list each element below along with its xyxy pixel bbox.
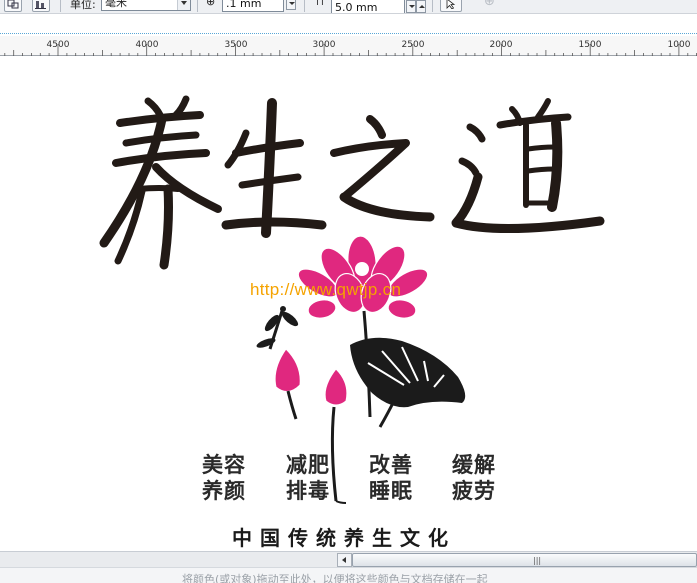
footer-slogan: 中国传统养生文化: [232, 526, 456, 550]
ruler-label: 3500: [224, 40, 248, 50]
units-value: 毫米: [105, 0, 127, 9]
document-palette-bar[interactable]: 将颜色(或对象)拖动至此处，以便将这些颜色与文档存储在一起: [0, 567, 697, 583]
lotus-bud-left: [274, 348, 301, 420]
docker-gap: [0, 15, 697, 35]
drawing-canvas[interactable]: http://www.qwtjp.cn 美容 减肥 改善 缓解 养颜 排毒 睡眠…: [0, 57, 697, 551]
ruler-label: 1000: [667, 40, 691, 50]
lotus-leaf: [350, 337, 466, 428]
ruler-label: 2000: [489, 40, 513, 50]
ruler-label: 4500: [46, 40, 70, 50]
property-bar: 单位: 毫米 ⊕ .1 mm ⊓ 5.0 mm ⊕: [0, 0, 697, 14]
ruler-label: 3000: [312, 40, 336, 50]
horizontal-scrollbar[interactable]: |||: [0, 551, 697, 567]
horizontal-ruler[interactable]: 4500 4000 3500 3000 2500 2000 1500 1000: [0, 36, 697, 56]
palette-hint: 将颜色(或对象)拖动至此处，以便将这些颜色与文档存储在一起: [182, 573, 488, 583]
ruler-label: 2500: [401, 40, 425, 50]
cursor-icon: [446, 0, 456, 9]
dragonfly: [256, 306, 299, 350]
calligraphy-char: [451, 98, 605, 234]
calligraphy-char: [330, 115, 435, 222]
nudge-icon: ⊕: [206, 0, 216, 8]
phrase-text: 排毒: [286, 479, 330, 503]
ruler-label: 4000: [135, 40, 159, 50]
nudge-spin-down[interactable]: [286, 0, 296, 10]
ruler-label: 1500: [578, 40, 602, 50]
toolbar-divider: [304, 0, 305, 12]
phrase-text: 睡眠: [369, 479, 413, 503]
phrase-text: 养颜: [202, 479, 246, 503]
nudge-distance-value: .1 mm: [226, 0, 262, 10]
copy-properties-button[interactable]: [4, 0, 22, 12]
calligraphy-char: [99, 95, 222, 270]
watermark-url: http://www.qwtjp.cn: [250, 280, 402, 299]
duplicate-distance-input[interactable]: 5.0 mm: [331, 0, 405, 14]
artwork: [99, 95, 605, 504]
calligraphy-char: [221, 98, 327, 238]
duplicate-distance-value: 5.0 mm: [335, 1, 378, 14]
copy-properties-icon: [7, 0, 19, 9]
title-calligraphy: [99, 95, 605, 270]
toolbar-divider: [432, 0, 433, 12]
duplicate-spin-down[interactable]: [406, 0, 416, 13]
grip-icon: |||: [533, 556, 542, 565]
add-icon[interactable]: ⊕: [484, 0, 495, 9]
align-icon: [35, 1, 46, 9]
phrase-text: 疲劳: [452, 479, 496, 503]
units-select[interactable]: 毫米: [101, 0, 191, 11]
scroll-thumb[interactable]: |||: [352, 553, 697, 567]
toolbar-divider: [197, 0, 198, 12]
lotus-flower: [297, 235, 429, 319]
lotus-center: [355, 262, 369, 276]
nudge-distance-input[interactable]: .1 mm: [222, 0, 284, 12]
align-objects-button[interactable]: [32, 0, 50, 12]
toolbar-divider: [60, 0, 61, 12]
duplicate-distance-icon: ⊓: [316, 0, 324, 8]
chevron-down-icon: [177, 0, 190, 10]
units-label: 单位:: [70, 0, 96, 11]
scroll-left-button[interactable]: [337, 553, 352, 567]
duplicate-spin-up[interactable]: [416, 0, 426, 13]
edit-text-button[interactable]: [440, 0, 462, 12]
